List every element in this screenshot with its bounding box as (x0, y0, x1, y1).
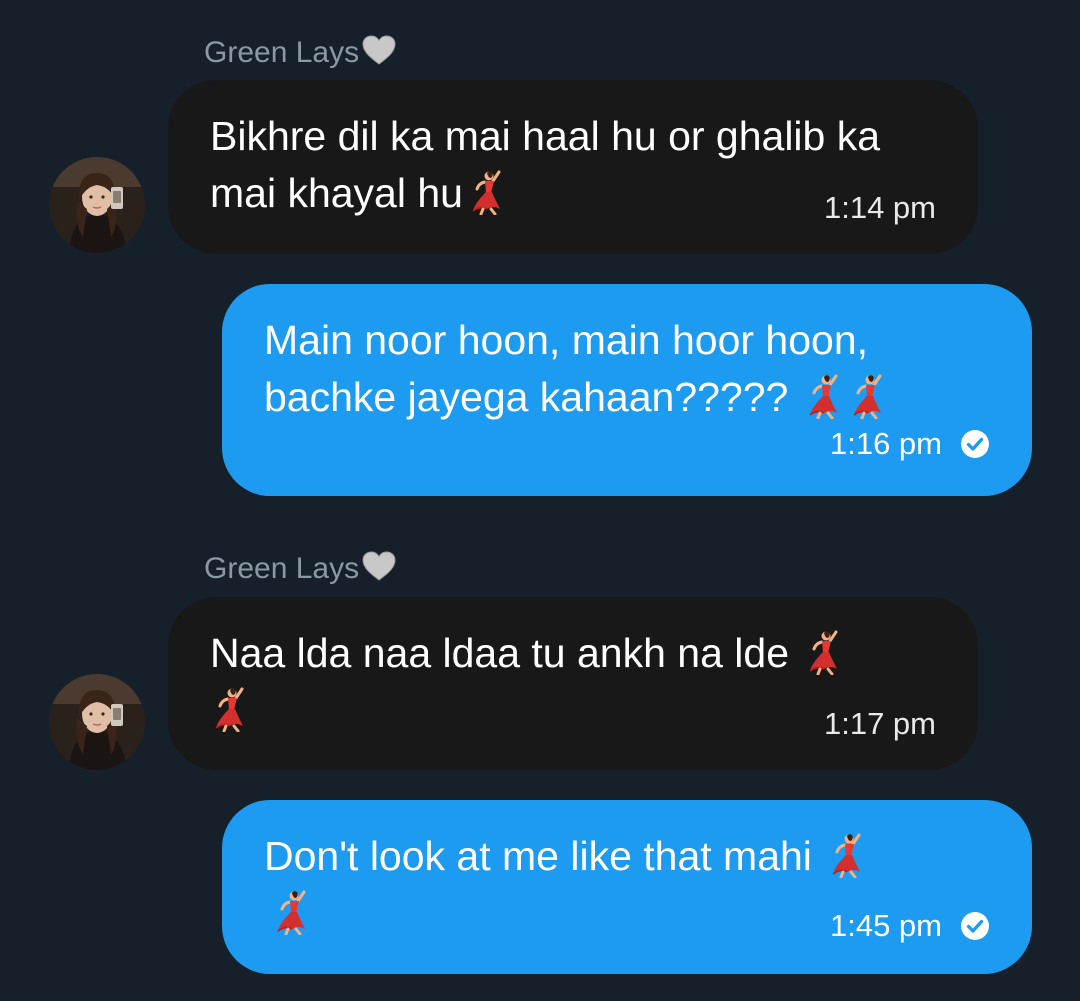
message-text: Main noor hoon, main hoor hoon, bachke j… (264, 312, 992, 426)
message-time: 1:16 pm (829, 426, 942, 461)
sent-check-icon (960, 429, 990, 459)
message-time: 1:14 pm (823, 190, 936, 225)
message-bubble-outgoing[interactable]: Main noor hoon, main hoor hoon, bachke j… (222, 284, 1032, 496)
message-text-body: Don't look at me like that mahi (264, 833, 812, 879)
message-meta: 1:17 pm (824, 706, 936, 742)
message-time: 1:17 pm (823, 706, 936, 741)
dancer-emoji (272, 889, 312, 935)
dancer-emoji (210, 686, 250, 732)
message-meta: 1:45 pm (830, 908, 990, 944)
dancer-emoji (804, 373, 844, 419)
message-text-body: Bikhre dil ka mai haal hu or ghalib ka m… (210, 113, 892, 216)
dancer-emoji (804, 629, 844, 675)
sender-name: Green Lays (204, 550, 397, 591)
message-bubble-incoming[interactable]: Naa lda naa ldaa tu ankh na lde 1:17 pm (168, 597, 978, 770)
chat-thread: Green Lays Bikhre dil ka mai haal hu or … (0, 0, 1080, 1001)
message-bubble-outgoing[interactable]: Don't look at me like that mahi 1:45 pm (222, 800, 1032, 974)
dancer-emoji (827, 832, 867, 878)
dancer-emoji (467, 169, 507, 215)
sender-name-text: Green Lays (204, 36, 360, 69)
sent-check-icon (960, 911, 990, 941)
sender-name: Green Lays (204, 34, 397, 75)
avatar[interactable] (49, 157, 145, 253)
message-time: 1:45 pm (829, 908, 942, 943)
message-meta: 1:14 pm (824, 190, 936, 226)
message-meta: 1:16 pm (830, 426, 990, 462)
grey-heart-icon (361, 550, 397, 591)
sender-name-text: Green Lays (204, 552, 360, 585)
message-text-body: Main noor hoon, main hoor hoon, bachke j… (264, 317, 880, 420)
message-text-body: Naa lda naa ldaa tu ankh na lde (210, 630, 790, 676)
dancer-emoji (848, 373, 888, 419)
avatar[interactable] (49, 674, 145, 770)
message-bubble-incoming[interactable]: Bikhre dil ka mai haal hu or ghalib ka m… (168, 80, 978, 254)
grey-heart-icon (361, 34, 397, 75)
